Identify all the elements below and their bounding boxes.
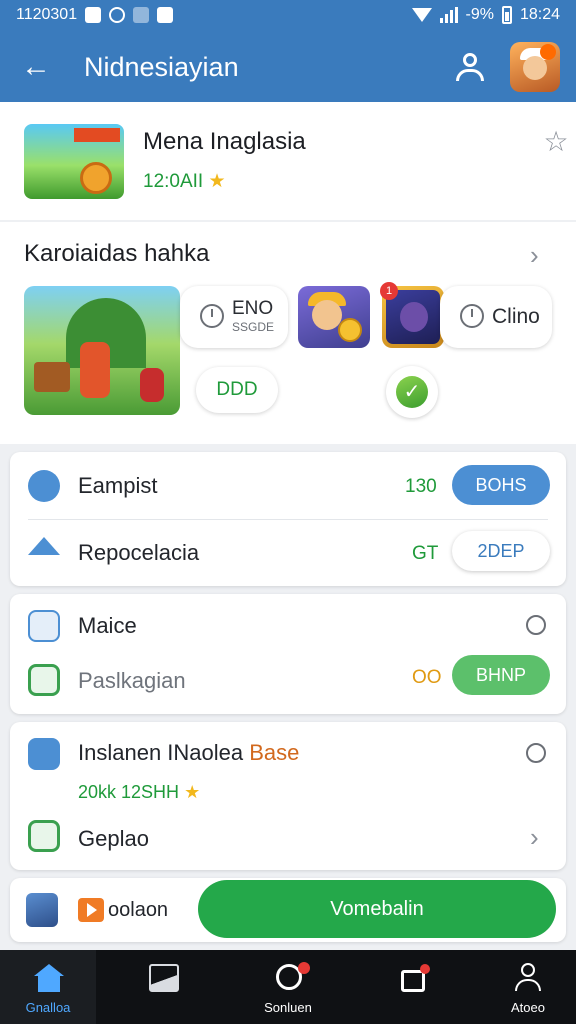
timer-pill-subtitle: SSGDE — [232, 320, 275, 334]
home-icon — [28, 537, 60, 555]
timer-pill-title: ENO — [232, 298, 274, 319]
nav-item-profile[interactable]: Atoeo — [480, 950, 576, 1024]
card-title-accent: Base — [249, 740, 300, 765]
nav-item-gallery[interactable] — [115, 950, 211, 1024]
nav-label: Sonluen — [264, 1000, 312, 1015]
sync-icon — [109, 7, 126, 23]
radio-button[interactable] — [526, 615, 546, 635]
featured-app-meta: 12:0AII ★ — [143, 170, 226, 193]
shopping-bag-icon — [401, 970, 425, 992]
clock-icon — [460, 304, 484, 328]
list-item-label: Eampist — [78, 473, 158, 498]
folder-icon — [28, 664, 60, 696]
primary-action-button[interactable]: Vomebalin — [198, 880, 556, 938]
list-item-value: GT — [412, 543, 439, 564]
card-title-main: Inslanen INaolea — [78, 740, 250, 765]
bhnp-button[interactable]: BHNP — [452, 655, 550, 695]
lock-icon — [28, 738, 60, 770]
bottom-navigation: Gnalloa Sonluen Atoeo — [0, 950, 576, 1024]
list-item-label: Paslkagian — [78, 668, 186, 693]
game-thumbnail-badge[interactable]: 1 — [380, 282, 444, 348]
2dep-button[interactable]: 2DEP — [452, 531, 550, 571]
back-arrow-icon[interactable]: ← — [18, 50, 54, 84]
avatar[interactable] — [510, 42, 560, 92]
image-icon — [149, 964, 179, 992]
notification-dot — [298, 962, 310, 974]
list-item-value: 130 — [405, 476, 437, 497]
featured-app-thumbnail[interactable] — [24, 124, 124, 199]
timer-pill[interactable]: ENO SSGDE — [180, 286, 288, 348]
bottom-bar-label: oolaon — [108, 899, 169, 921]
card-meta-text: 20kk 12SHH — [78, 782, 180, 802]
notification-badge: 1 — [380, 282, 398, 300]
nav-label: Atoeo — [511, 1000, 545, 1015]
clock-icon — [200, 304, 224, 328]
list-item-label: Repocelacia — [78, 540, 200, 565]
nav-item-shop[interactable] — [364, 950, 460, 1024]
folder-icon — [28, 820, 60, 852]
status-time-left: 1120301 — [16, 6, 78, 23]
favorite-star-icon[interactable]: ☆ — [542, 128, 570, 156]
featured-app-title: Mena Inaglasia — [143, 128, 306, 155]
section-title: Karoiaidas hahka — [24, 240, 210, 267]
game-thumbnail-worker[interactable] — [298, 286, 370, 348]
status-time-right: 18:24 — [519, 6, 560, 23]
radio-button[interactable] — [526, 743, 546, 763]
clino-pill-label: Clino — [492, 305, 540, 328]
app-bar: ← Nidnesiayian — [0, 32, 576, 102]
list-item-label: Maice — [78, 613, 137, 638]
clino-pill[interactable]: Clino — [440, 286, 552, 348]
nav-item-refresh[interactable]: Sonluen — [240, 950, 336, 1024]
profile-icon — [521, 963, 535, 977]
user-avatar-small — [26, 893, 58, 927]
battery-percent: -9% — [465, 6, 494, 23]
star-icon: ★ — [184, 782, 201, 802]
card-meta: 20kk 12SHH ★ — [78, 782, 200, 803]
page-title: Nidnesiayian — [84, 52, 239, 82]
chevron-right-icon[interactable]: › — [530, 240, 539, 271]
divider — [28, 519, 548, 520]
ddd-button-label: DDD — [216, 379, 258, 400]
game-thumbnail-large[interactable] — [24, 286, 180, 415]
list-item-label: Geplao — [78, 826, 149, 851]
nav-label: Gnalloa — [25, 1000, 71, 1015]
profile-icon[interactable] — [452, 50, 488, 86]
ddd-button[interactable]: DDD — [196, 367, 278, 413]
card-title: Inslanen INaolea Base — [78, 740, 299, 766]
featured-app-time: 12:0AII — [143, 171, 204, 192]
app-notification-icon — [133, 7, 150, 23]
mail-icon — [85, 7, 102, 23]
checkmark-icon: ✓ — [396, 376, 428, 408]
gear-badge-icon — [28, 470, 60, 502]
play-icon — [78, 898, 104, 922]
search-icon — [28, 610, 60, 642]
star-icon: ★ — [208, 171, 226, 192]
notification-dot — [420, 964, 430, 974]
nav-item-home[interactable]: Gnalloa — [0, 950, 96, 1024]
list-item-value: OO — [412, 667, 442, 688]
check-button[interactable]: ✓ — [386, 366, 438, 418]
home-icon — [34, 964, 64, 976]
status-bar: 1120301 -9% 18:24 — [0, 0, 576, 32]
battery-icon — [501, 6, 512, 24]
signal-icon — [439, 7, 458, 23]
list-card-2 — [10, 594, 566, 714]
bohs-button[interactable]: BOHS — [452, 465, 550, 505]
gallery-notification-icon — [157, 7, 174, 23]
chevron-right-icon[interactable]: › — [530, 822, 539, 853]
wifi-icon — [411, 8, 432, 22]
